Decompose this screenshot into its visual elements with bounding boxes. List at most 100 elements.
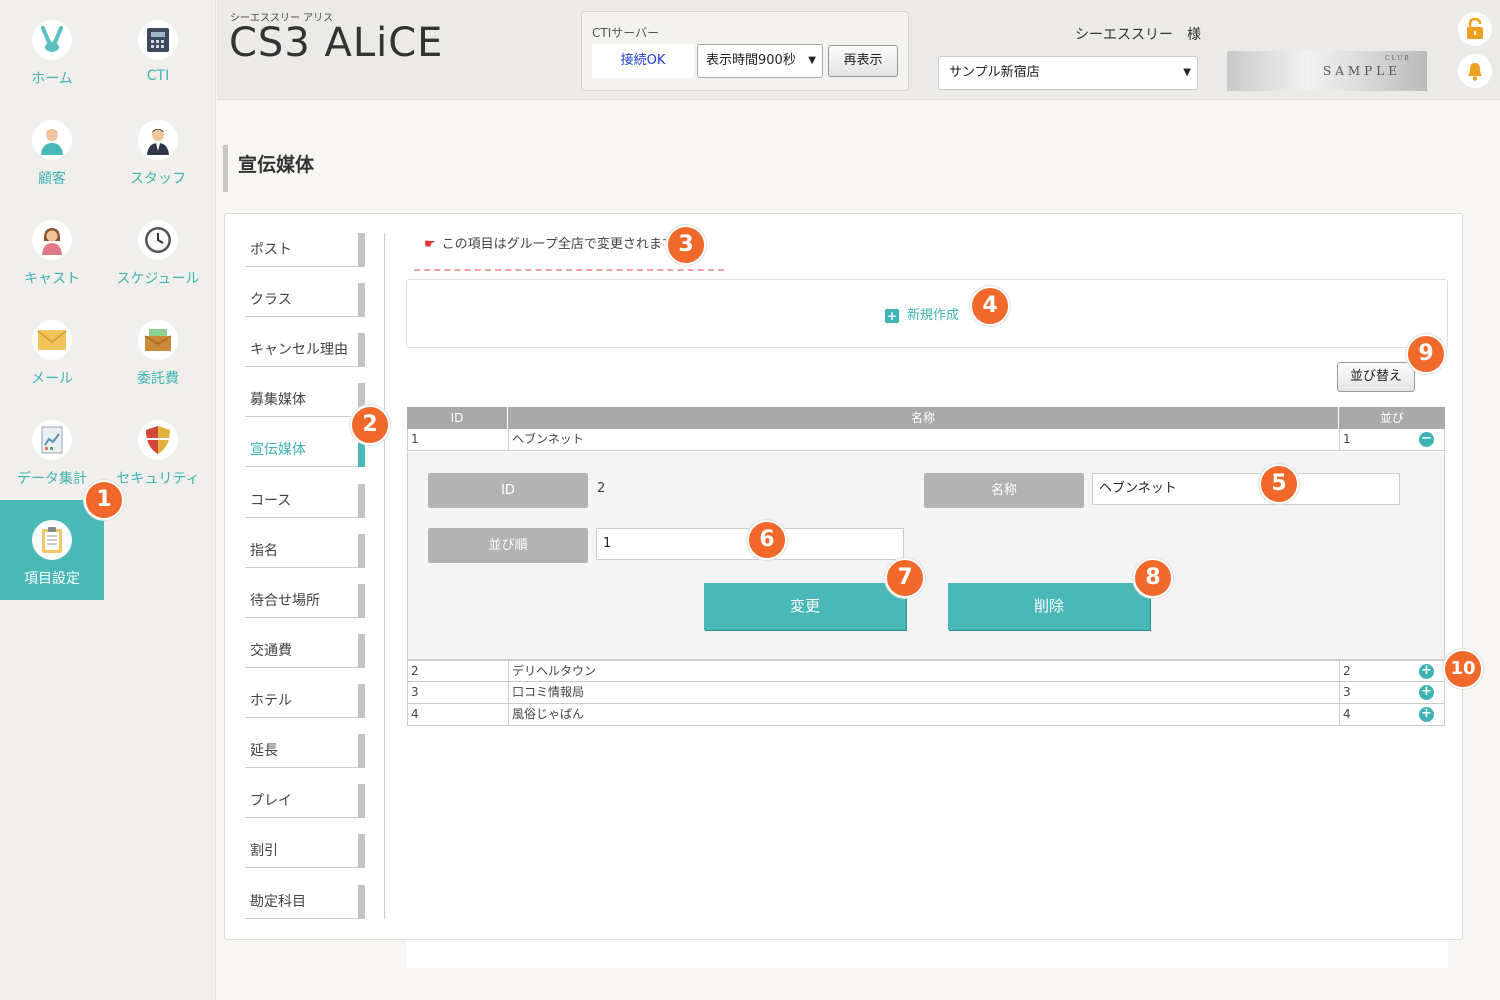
nav-item-settings[interactable]: 項目設定: [0, 500, 104, 600]
callout-2: 2: [350, 405, 390, 445]
name-input[interactable]: ヘブンネット: [1092, 473, 1400, 505]
user-name: シーエススリー 様: [1075, 27, 1201, 43]
nav-security-label: セキュリティ: [116, 471, 200, 487]
cell-id: 2: [408, 661, 509, 682]
bell-icon[interactable]: [1458, 54, 1492, 88]
shield-icon: [138, 420, 178, 460]
table-row[interactable]: 1 ヘブンネット 1 −: [407, 429, 1445, 451]
subnav-item-label: 割引: [250, 843, 278, 859]
subnav-item-bar: [358, 584, 365, 618]
subnav-item-class[interactable]: クラス: [245, 283, 365, 317]
nav-customer[interactable]: 顧客: [0, 100, 104, 198]
collapse-minus-icon[interactable]: −: [1419, 432, 1434, 447]
refresh-interval-select[interactable]: 表示時間900秒 ▼: [697, 44, 823, 78]
subnav-item-nomination[interactable]: 指名: [245, 534, 365, 568]
cell-id: 3: [408, 682, 509, 703]
cell-id: 1: [408, 429, 509, 450]
brand-title: CS3 ALiCE: [229, 20, 444, 66]
callout-4: 4: [970, 286, 1010, 326]
subnav-item-bar: [358, 484, 365, 518]
group-notice: ☛ この項目はグループ全店で変更されます: [424, 233, 675, 252]
subnav-item-label: 指名: [250, 543, 278, 559]
callout-7: 7: [885, 558, 925, 598]
subnav-item-label: 交通費: [250, 643, 292, 659]
subnav-item-account[interactable]: 勘定科目: [245, 885, 365, 919]
lock-icon[interactable]: [1458, 12, 1492, 46]
subnav-item-course[interactable]: コース: [245, 484, 365, 518]
chevron-down-icon: ▼: [1183, 67, 1191, 78]
subnav-divider: [384, 233, 385, 919]
subnav-item-bar: [358, 834, 365, 868]
subnav-item-bar: [358, 784, 365, 818]
order-label: 並び順: [428, 528, 588, 563]
club-logo: CLUB SAMPLE: [1227, 51, 1427, 91]
nav-cast[interactable]: キャスト: [0, 200, 104, 298]
nav-staff[interactable]: スタッフ: [106, 100, 210, 198]
new-item-link[interactable]: + 新規作成: [885, 304, 959, 323]
nav-data-label: データ集計: [17, 471, 87, 487]
nav-item-settings-label: 項目設定: [24, 571, 80, 587]
nav-commission[interactable]: 委託費: [106, 300, 210, 398]
id-value: 2: [597, 481, 606, 496]
expand-plus-icon[interactable]: +: [1419, 685, 1434, 700]
subnav-item-meeting-place[interactable]: 待合せ場所: [245, 584, 365, 618]
new-item-box: + 新規作成: [406, 279, 1448, 348]
subnav-item-hotel[interactable]: ホテル: [245, 684, 365, 718]
cell-name: 口コミ情報局: [509, 682, 1340, 703]
subnav-item-play[interactable]: プレイ: [245, 784, 365, 818]
subnav-item-label: キャンセル理由: [250, 342, 348, 358]
subnav-item-bar: [358, 283, 365, 317]
subnav-item-label: 募集媒体: [250, 392, 306, 408]
redisplay-button[interactable]: 再表示: [828, 45, 898, 77]
customer-icon: [32, 120, 72, 160]
nav-home[interactable]: ホーム: [0, 0, 104, 98]
subnav-item-cancel-reason[interactable]: キャンセル理由: [245, 333, 365, 367]
callout-3: 3: [666, 225, 706, 265]
delete-button[interactable]: 削除: [948, 583, 1150, 630]
expand-plus-icon[interactable]: +: [1419, 664, 1434, 679]
subnav-item-label: 宣伝媒体: [250, 442, 306, 458]
nav-cast-label: キャスト: [24, 271, 80, 287]
subnav-item-label: 延長: [250, 743, 278, 759]
nav-commission-label: 委託費: [137, 371, 179, 387]
group-notice-text: この項目はグループ全店で変更されます: [441, 237, 675, 252]
cti-server-label: CTIサーバー: [592, 26, 660, 40]
cell-name: 風俗じゃぱん: [509, 704, 1340, 725]
new-item-label: 新規作成: [907, 308, 960, 323]
id-label: ID: [428, 473, 588, 508]
nav-data[interactable]: データ集計: [0, 400, 104, 498]
table-row[interactable]: 4 風俗じゃぱん 4 +: [407, 704, 1445, 726]
mail-icon: [32, 320, 72, 360]
content-panel-extension: [406, 940, 1448, 968]
nav-mail[interactable]: メール: [0, 300, 104, 398]
subnav-item-transport-fee[interactable]: 交通費: [245, 634, 365, 668]
nav-home-label: ホーム: [31, 71, 73, 87]
subnav-item-label: クラス: [250, 292, 292, 308]
nav-schedule[interactable]: スケジュール: [106, 200, 210, 298]
column-header-order: 並び: [1379, 411, 1404, 425]
subnav-item-ad-media[interactable]: 宣伝媒体: [245, 433, 365, 467]
nav-cti-label: CTI: [146, 68, 170, 84]
sort-button[interactable]: 並び替え: [1337, 362, 1415, 392]
callout-6: 6: [747, 520, 787, 560]
phone-icon: [138, 20, 178, 60]
refresh-interval-value: 表示時間900秒: [706, 53, 796, 68]
nav-cti[interactable]: CTI: [106, 0, 210, 98]
cti-connection-status: 接続OK: [592, 44, 694, 78]
subnav-item-recruit-media[interactable]: 募集媒体: [245, 383, 365, 417]
update-button[interactable]: 変更: [704, 583, 906, 630]
store-select[interactable]: サンプル新宿店 ▼: [938, 56, 1198, 90]
subnav-item-label: 待合せ場所: [250, 593, 320, 609]
table-row[interactable]: 2 デリヘルタウン 2 +: [407, 660, 1445, 682]
nav-security[interactable]: セキュリティ: [106, 400, 210, 498]
subnav-item-label: ホテル: [250, 693, 292, 709]
callout-5: 5: [1259, 464, 1299, 504]
subnav-item-extension[interactable]: 延長: [245, 734, 365, 768]
table-row[interactable]: 3 口コミ情報局 3 +: [407, 682, 1445, 704]
callout-9: 9: [1406, 334, 1446, 374]
expand-plus-icon[interactable]: +: [1419, 707, 1434, 722]
subnav-item-discount[interactable]: 割引: [245, 834, 365, 868]
cast-icon: [32, 220, 72, 260]
nav-mail-label: メール: [31, 371, 73, 387]
subnav-item-post[interactable]: ポスト: [245, 233, 365, 267]
